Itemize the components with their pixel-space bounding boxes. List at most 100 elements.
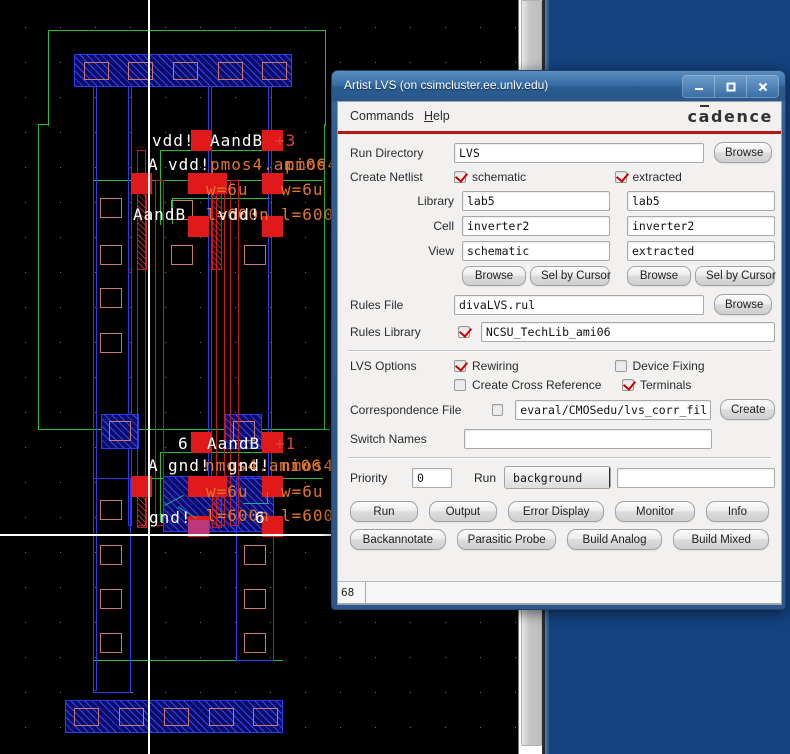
row-switch-names: Switch Names [344,429,775,449]
rewiring-label: Rewiring [472,359,519,373]
schematic-checkbox[interactable] [454,171,466,183]
create-cross-reference-label: Create Cross Reference [472,378,602,392]
terminals-label: Terminals [640,378,692,392]
schematic-checkbox-label: schematic [472,170,527,184]
nwell-edge-right [325,30,327,126]
device-fixing-label: Device Fixing [632,359,705,373]
layout-label-w1-bot: w=6u [206,482,249,501]
build-mixed-button[interactable]: Build Mixed [673,529,770,550]
schematic-browse-button[interactable]: Browse [462,266,526,286]
layout-label-w2-bot: w=6u [281,482,324,501]
terminals-checkbox[interactable] [622,379,634,391]
layout-label-aandb-mid: AandB [133,205,187,224]
menu-commands[interactable]: Commands [350,109,414,123]
window-controls[interactable] [682,75,779,98]
diffusion-contact-14 [262,476,283,497]
diffusion-contact-6 [262,173,283,194]
contact-col-u-3 [100,288,122,308]
rules-file-label: Rules File [350,297,404,312]
row-view: View [344,241,775,261]
switch-names-input[interactable] [464,429,712,449]
rules-library-checkbox[interactable] [458,326,470,338]
layout-label-plus1: +1 [275,434,297,453]
close-icon[interactable] [747,76,778,97]
contact-col-u-6 [244,245,266,265]
parasitic-probe-button[interactable]: Parasitic Probe [456,529,556,550]
create-netlist-extracted-cell: extracted [614,170,776,184]
rules-file-browse-button[interactable]: Browse [714,294,772,315]
layout-label-aandb-bot: AandB [207,434,261,453]
nwell-edge-top [48,30,326,32]
device-fixing-checkbox[interactable] [614,360,627,372]
monitor-button[interactable]: Monitor [615,501,695,522]
cell-schematic-input[interactable] [462,216,610,236]
logo-pre: c [687,107,699,126]
layout-label-aandb-top: AandB [210,131,264,150]
row-lvs-options-1: LVS Options Rewiring Device Fixing [344,359,775,373]
dialog-title: Artist LVS (on csimcluster.ee.unlv.edu) [344,78,549,92]
status-line-number: 68 [338,582,366,604]
contact-top-3 [173,62,198,80]
extracted-browse-button[interactable]: Browse [627,266,691,286]
rules-file-input[interactable] [454,294,704,315]
view-extracted-input[interactable] [627,241,775,261]
correspondence-file-input[interactable] [515,399,711,420]
form-separator-1 [348,350,771,352]
output-button[interactable]: Output [428,501,497,522]
run-mode-dropdown[interactable]: background [504,466,611,489]
artist-lvs-dialog[interactable]: Artist LVS (on csimcluster.ee.unlv.edu) … [331,70,786,610]
menu-help-rest: elp [433,109,450,123]
priority-input[interactable] [412,467,452,488]
menu-help[interactable]: Help [424,109,450,123]
chevron-down-icon[interactable] [609,467,610,488]
correspondence-file-create-button[interactable]: Create [720,399,775,420]
create-netlist-label: Create Netlist [350,170,423,184]
row-cell: Cell [344,216,775,236]
contact-bot-3 [164,708,189,726]
cadence-logo: cadence [687,107,773,126]
build-analog-button[interactable]: Build Analog [566,529,663,550]
rewiring-checkbox[interactable] [454,360,466,372]
extracted-checkbox[interactable] [614,171,627,183]
create-netlist-schematic-cell: schematic [454,170,615,184]
run-directory-input[interactable] [454,142,704,163]
rules-library-input[interactable] [480,322,775,342]
correspondence-file-checkbox[interactable] [492,403,504,416]
contact-bot-5 [253,708,278,726]
contact-col-l-4 [100,633,122,653]
nwell-edge-left2 [38,124,49,126]
dialog-statusbar: 68 [338,581,781,604]
create-cross-reference-checkbox[interactable] [454,379,466,391]
layout-label-vdd-top2: vdd! [168,155,211,174]
info-button[interactable]: Info [705,501,770,522]
rules-library-label: Rules Library [350,325,421,339]
run-button[interactable]: Run [350,501,418,522]
device-fixing-cell: Device Fixing [614,359,776,373]
lvs-form: Run Directory Browse Create Netlist sche… [338,134,781,581]
view-schematic-input[interactable] [462,241,610,261]
minimize-icon[interactable] [683,76,715,97]
row-lvs-options-2: Create Cross Reference Terminals [344,378,775,392]
library-schematic-input[interactable] [462,191,610,211]
crosshair-vertical [148,0,150,754]
nwell-edge-bottom [38,429,330,431]
cell-extracted-input[interactable] [627,216,775,236]
maximize-icon[interactable] [715,76,747,97]
contact-col-l-1 [100,500,122,520]
nwell-edge-left3 [38,124,40,430]
run-directory-browse-button[interactable]: Browse [714,142,772,163]
run-argument-input[interactable] [616,467,775,488]
metal-route-2 [128,86,132,526]
run-mode-value: background [513,470,583,485]
extracted-sel-by-cursor-button[interactable]: Sel by Cursor [695,266,776,286]
schematic-sel-by-cursor-button[interactable]: Sel by Cursor [530,266,611,286]
library-extracted-input[interactable] [627,191,775,211]
error-display-button[interactable]: Error Display [507,501,605,522]
nwell-edge-left [48,30,50,126]
contact-col-l-2 [100,545,122,565]
menubar[interactable]: Commands Help cadence [338,102,781,131]
layout-label-a-top: A [148,155,159,174]
backannotate-button[interactable]: Backannotate [350,529,446,550]
dialog-titlebar[interactable]: Artist LVS (on csimcluster.ee.unlv.edu) [332,71,785,101]
logo-post: dence [710,107,773,126]
